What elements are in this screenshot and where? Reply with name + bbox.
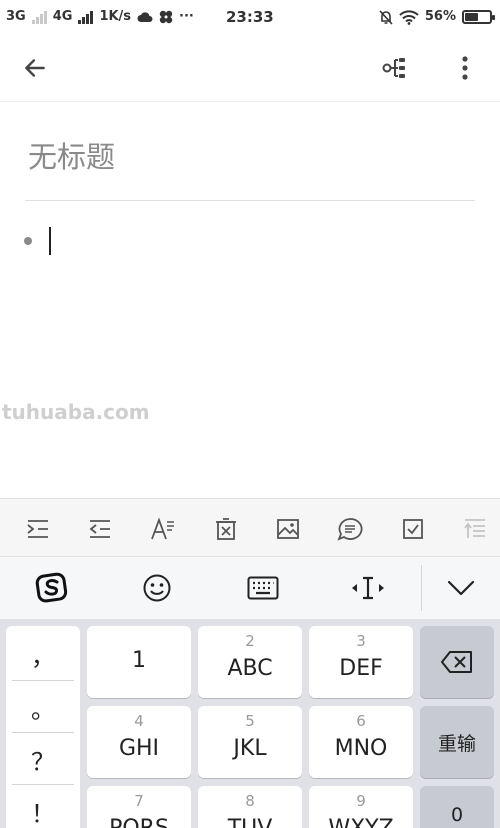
key-letters: MNO [334,736,388,761]
move-up-button[interactable] [455,509,495,549]
key-letters: PQRS [87,816,191,828]
keyboard-switch-button[interactable] [241,566,285,610]
outdent-icon [89,520,110,538]
key-4-ghi[interactable]: 4 GHI [87,706,191,778]
key-letters: JKL [233,736,267,761]
retype-key[interactable]: 重输 [420,706,494,778]
sogou-logo-icon [35,572,68,603]
cursor-move-icon [352,576,384,600]
key-digit: 4 [134,712,144,730]
back-button[interactable] [13,46,57,90]
key-digit: 2 [245,632,255,650]
text-style-icon [151,517,174,540]
watermark: tuhuaba.com [2,400,150,424]
ime-separator [421,565,422,611]
backspace-icon [441,651,472,673]
mute-bell-icon [379,10,393,25]
clock: 23:33 [226,8,274,26]
battery-icon [462,10,495,24]
punct-exclaim-key[interactable]: ！ [6,785,80,828]
signal-3g-icon [31,10,47,24]
key-3-def[interactable]: 3 DEF [309,626,413,698]
image-icon [277,519,299,539]
key-0[interactable]: 0 [420,786,494,828]
key-6-mno[interactable]: 6 MNO [309,706,413,778]
indent-icon [27,520,48,538]
key-letters: WXYZ [309,816,413,828]
emoji-icon [143,574,171,602]
more-button[interactable] [443,46,487,90]
arrow-left-icon [25,59,45,77]
key-8-tuv[interactable]: 8 TUV [198,786,302,828]
cloud-icon [137,12,153,22]
more-vert-icon [462,56,468,80]
keyboard-icon [247,576,279,600]
status-left: 3G 4G 1K/s ··· [6,8,194,26]
collapse-icon [447,580,475,596]
backspace-key[interactable] [420,626,494,698]
note-title-input[interactable]: 无标题 [28,134,115,176]
battery-percent: 56% [424,9,456,24]
key-letters: TUV [198,816,302,828]
more-notifications-icon: ··· [179,9,194,24]
key-digit: 3 [356,632,366,650]
key-letters: DEF [339,656,383,681]
checkbox-icon [403,519,423,539]
emoji-button[interactable] [135,566,179,610]
key-digit: 6 [356,712,366,730]
key-9-wxyz[interactable]: 9 WXYZ [309,786,413,828]
outdent-button[interactable] [80,509,120,549]
key-digit: 7 [134,792,144,810]
mindmap-icon [382,58,405,78]
key-letters: GHI [118,736,160,761]
text-cursor [49,227,51,255]
key-5-jkl[interactable]: 5 JKL [198,706,302,778]
key-1-label: 1 [132,648,146,673]
key-letters: ABC [227,656,273,681]
battery-fill [465,13,478,21]
fan-icon [159,10,173,24]
key-digit: 9 [356,792,366,810]
key-digit: 8 [245,792,255,810]
network-type-4g: 4G [52,9,73,24]
checkbox-button[interactable] [393,509,433,549]
text-style-button[interactable] [143,509,183,549]
signal-4g-icon [78,10,94,24]
app-bar [0,34,500,102]
insert-image-button[interactable] [268,509,308,549]
punct-period-key[interactable]: 。 [6,681,80,733]
sogou-menu-button[interactable] [30,566,74,610]
mindmap-button[interactable] [374,46,418,90]
note-icon [337,518,363,541]
network-speed: 1K/s [99,9,132,24]
cursor-move-button[interactable] [346,566,390,610]
punct-comma-key[interactable]: ， [6,628,80,680]
key-1[interactable]: 1 [87,626,191,698]
network-type-3g: 3G [6,9,26,24]
ime-toolbar [0,557,500,619]
key-7-pqrs[interactable]: 7 PQRS [87,786,191,828]
key-digit: 5 [245,712,255,730]
wifi-icon [399,9,419,25]
format-toolbar [0,498,500,557]
delete-node-icon [216,518,236,540]
add-note-button[interactable] [330,509,370,549]
indent-button[interactable] [18,509,58,549]
status-right: 56% [379,8,495,26]
punct-question-key[interactable]: ？ [6,733,80,785]
key-2-abc[interactable]: 2 ABC [198,626,302,698]
delete-node-button[interactable] [206,509,246,549]
status-bar: 3G 4G 1K/s ··· 23:33 56% [0,0,500,34]
outline-bullet[interactable] [24,237,32,245]
title-divider [25,200,475,201]
collapse-keyboard-button[interactable] [439,566,483,610]
move-up-icon [464,519,485,538]
